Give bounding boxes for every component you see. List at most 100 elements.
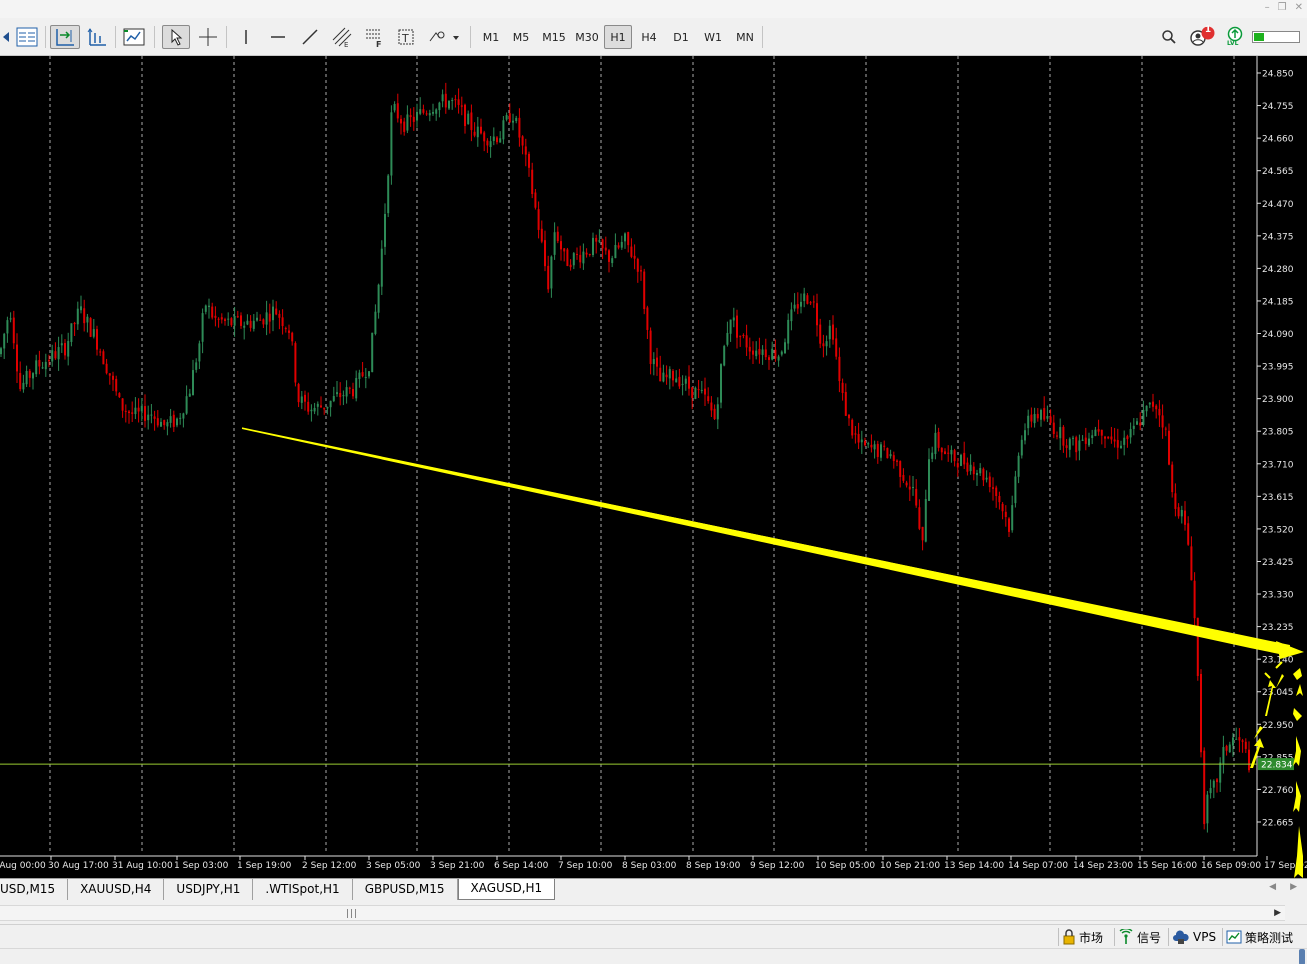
candle-body (131, 412, 134, 414)
candle-body (640, 270, 642, 272)
price-tick-label: 24.470 (1262, 200, 1294, 210)
candle-body (288, 330, 290, 333)
candle-body (249, 320, 252, 328)
candle-body (1193, 580, 1196, 619)
candle-body (1107, 436, 1110, 439)
candle-body (1174, 493, 1177, 509)
trendline-icon[interactable] (298, 25, 322, 49)
timeframe-m1-button[interactable]: M1 (478, 25, 504, 49)
cursor-tool-icon[interactable] (162, 25, 190, 49)
candle-body (582, 251, 585, 264)
chart-canvas[interactable]: 24.850 24.755 24.660 24.565 24.470 24.375 24.2… (0, 56, 1307, 878)
tab-scroll-left-icon[interactable]: ◀ (1269, 882, 1276, 892)
candle-body (646, 307, 649, 330)
candle-body (118, 393, 121, 398)
timeframe-m5-button[interactable]: M5 (508, 25, 534, 49)
time-tick-label: 6 Sep 14:00 (494, 861, 549, 871)
fibonacci-icon[interactable]: F (362, 25, 386, 49)
candle-body (268, 313, 271, 322)
vps-button[interactable]: VPS (1172, 928, 1216, 946)
strategy-tester-button[interactable]: 策略测试 (1226, 928, 1293, 946)
candle-body (275, 308, 278, 315)
candle-body (1072, 437, 1074, 439)
tab-scroll-arrows: ◀ ▶ (1269, 882, 1297, 892)
candle-body (953, 450, 956, 462)
chart-tab-usdjpy-h1[interactable]: USDJPY,H1 (164, 879, 254, 900)
time-tick-label: 14 Sep 23:00 (1073, 861, 1133, 871)
resize-handle[interactable] (1299, 949, 1305, 964)
candle-body (1155, 405, 1158, 410)
candle-body (608, 250, 610, 262)
timeframe-m30-button[interactable]: M30 (572, 25, 602, 49)
svg-text:T: T (401, 32, 409, 45)
price-chart[interactable]: 24.850 24.755 24.660 24.565 24.470 24.375 24.2… (0, 56, 1307, 878)
candle-body (835, 338, 838, 357)
price-tick-label: 23.900 (1262, 395, 1294, 405)
equidistant-channel-icon[interactable]: E (330, 25, 354, 49)
auto-scroll-icon[interactable] (84, 25, 110, 49)
candle-body (681, 383, 684, 385)
chart-tab-usd-m15[interactable]: USD,M15 (0, 879, 69, 900)
candle-body (1148, 402, 1151, 405)
crosshair-icon[interactable] (196, 25, 220, 49)
candle-body (339, 392, 342, 398)
timeframe-m15-button[interactable]: M15 (539, 25, 569, 49)
chart-tab-xagusd-h1[interactable]: XAGUSD,H1 (457, 879, 556, 900)
lvl-upgrade-icon[interactable]: LVL (1224, 25, 1246, 49)
candle-body (147, 414, 150, 421)
candle-body (713, 408, 716, 419)
candle-body (1062, 426, 1065, 446)
text-label-icon[interactable]: T (394, 25, 418, 49)
candle-body (531, 169, 534, 195)
candle-body (342, 395, 345, 397)
market-button[interactable]: 市场 (1062, 928, 1103, 946)
candle-body (963, 452, 966, 465)
chart-horizontal-scrollbar[interactable]: ||| ▶ (0, 905, 1285, 921)
chart-grid-icon[interactable] (14, 25, 40, 49)
candle-body (419, 109, 422, 114)
chart-tab-xauusd-h4[interactable]: XAUUSD,H4 (68, 879, 165, 900)
horizontal-line-icon[interactable] (266, 25, 290, 49)
close-icon[interactable]: ✕ (1295, 2, 1303, 13)
search-icon[interactable] (1158, 25, 1180, 49)
candle-body (515, 117, 518, 122)
restore-icon[interactable]: ❐ (1278, 2, 1287, 13)
signals-button[interactable]: 信号 (1118, 928, 1161, 946)
timeframe-w1-button[interactable]: W1 (700, 25, 726, 49)
timeframe-d1-button[interactable]: D1 (668, 25, 694, 49)
notifications-icon[interactable]: 1 (1186, 25, 1218, 49)
candle-body (601, 239, 604, 249)
minimize-icon[interactable]: – (1265, 2, 1270, 13)
chart-shift-icon[interactable] (50, 25, 80, 49)
collapse-arrow-icon[interactable] (0, 25, 12, 49)
time-tick-label: 31 Aug 10:00 (112, 861, 173, 871)
scroll-grip-icon[interactable]: ||| (346, 909, 358, 919)
candle-body (211, 306, 214, 318)
chart-tab-gbpusd-m15[interactable]: GBPUSD,M15 (353, 879, 458, 900)
timeframe-h4-button[interactable]: H4 (636, 25, 662, 49)
candle-body (838, 356, 841, 382)
candle-body (1206, 794, 1209, 824)
candle-body (592, 237, 594, 256)
candle-body (566, 249, 569, 266)
candle-body (60, 343, 63, 346)
price-tick-label: 23.520 (1262, 525, 1294, 535)
price-tick-label: 23.235 (1262, 623, 1294, 633)
tab-scroll-right-icon[interactable]: ▶ (1290, 882, 1297, 892)
candle-body (716, 404, 719, 420)
candle-body (620, 241, 623, 248)
candle-body (48, 360, 50, 362)
candle-body (803, 293, 806, 302)
candle-body (1059, 427, 1062, 439)
shapes-dropdown-icon[interactable] (426, 25, 462, 49)
candle-body (585, 252, 588, 255)
vertical-line-icon[interactable] (234, 25, 258, 49)
indicators-icon[interactable] (120, 25, 148, 49)
candle-body (1168, 430, 1170, 465)
timeframe-h1-button[interactable]: H1 (604, 25, 632, 49)
scroll-right-icon[interactable]: ▶ (1274, 908, 1281, 918)
candle-body (870, 444, 873, 448)
chart-tab-wtispot-h1[interactable]: .WTISpot,H1 (253, 879, 353, 900)
timeframe-mn-button[interactable]: MN (732, 25, 758, 49)
candle-body (80, 306, 82, 311)
